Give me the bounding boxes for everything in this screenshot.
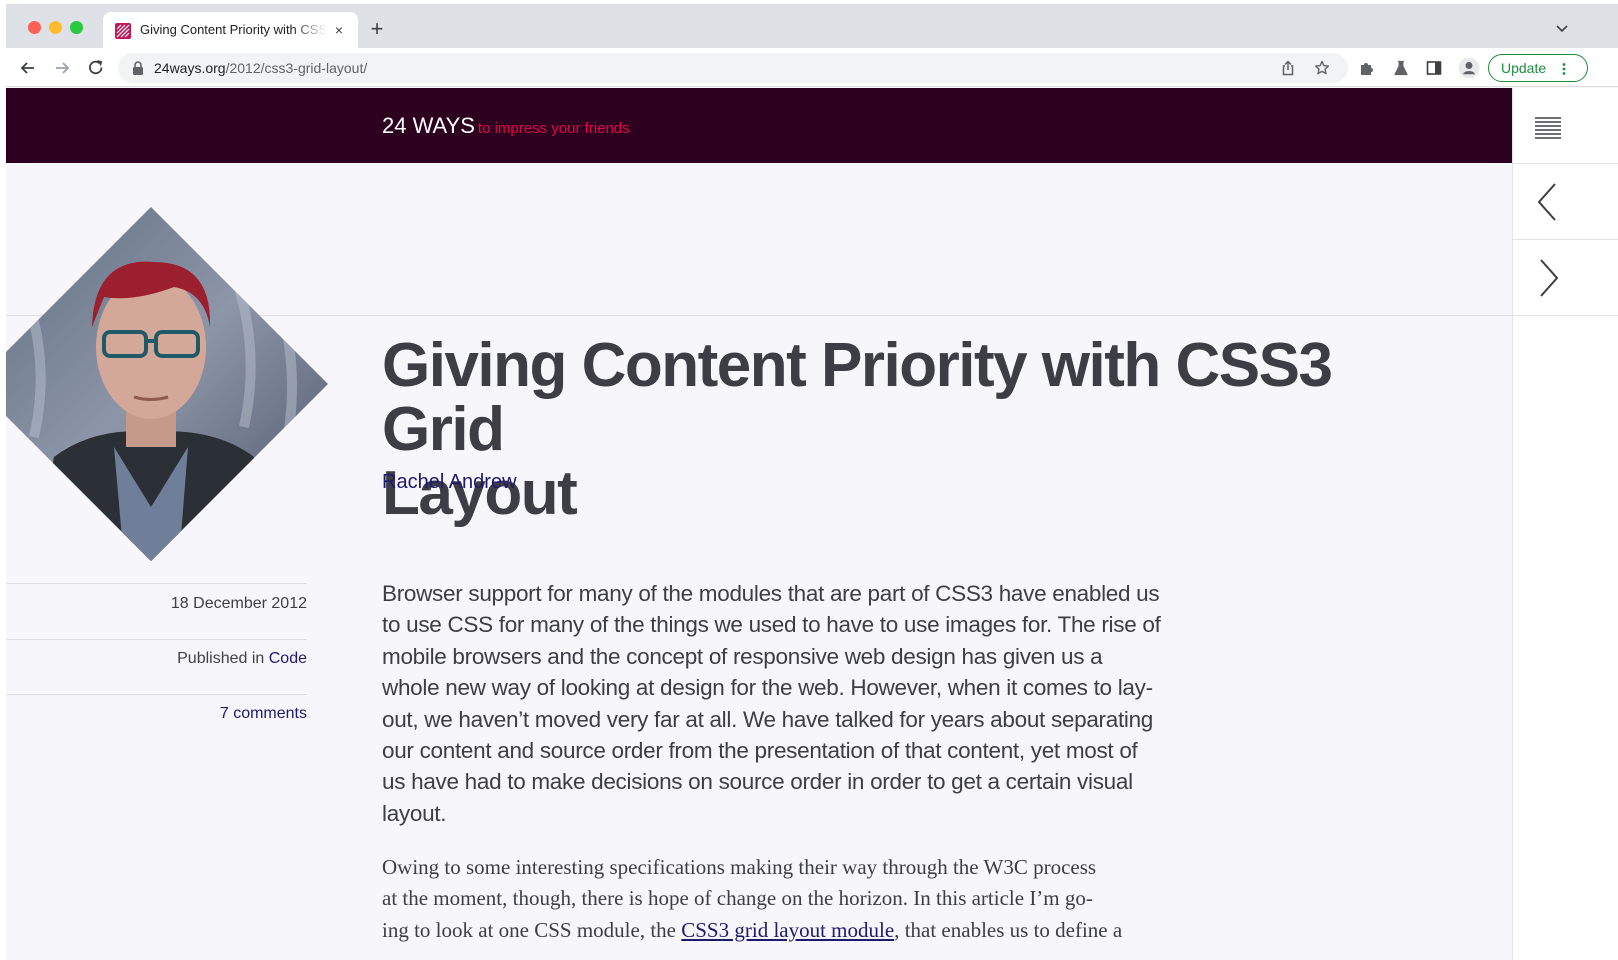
previous-article-button[interactable] (1513, 164, 1618, 240)
body-line: at the moment, though, there is hope of … (382, 886, 1093, 911)
lead-line: to use CSS for many of the things we use… (382, 612, 1161, 638)
lead-line: layout. (382, 800, 447, 826)
chevron-right-icon (1540, 259, 1559, 297)
comments-link[interactable]: 7 comments (220, 705, 307, 722)
body-line: Owing to some interesting specifications… (382, 855, 1097, 879)
address-bar[interactable]: 24ways.org/2012/css3-grid-layout/ (118, 53, 1348, 83)
article-title-line-2: Layout (382, 459, 578, 528)
menu-lines-icon (1535, 117, 1561, 139)
lead-line: mobile browsers and the concept of respo… (382, 643, 1103, 669)
published-in: Published in Code (6, 650, 307, 668)
site-masthead: 24 WAYS to impress your friends (6, 88, 1512, 163)
extensions-puzzle-icon[interactable] (1359, 60, 1375, 76)
page-viewport: 24 WAYS to impress your friends 18 Decem… (6, 88, 1618, 960)
tab-close-icon[interactable]: × (331, 22, 347, 38)
update-button[interactable]: Update (1488, 54, 1588, 82)
site-name: 24 WAYS (382, 113, 475, 138)
body-line: ing to look at one CSS module, the CSS3 … (382, 915, 1172, 946)
grid-layout-spec-link[interactable]: CSS3 grid layout module (681, 918, 894, 942)
author-link[interactable]: Rachel Andrew (382, 471, 517, 494)
body-paragraph: Owing to some interesting specifications… (382, 852, 1172, 946)
author-photo (6, 207, 328, 561)
lead-line: whole new way of looking at design for t… (382, 675, 1153, 701)
article-title-line-1: Giving Content Priority with CSS3 Grid (382, 331, 1333, 464)
tab-search-chevron-icon[interactable] (1554, 20, 1570, 36)
bookmark-star-icon[interactable] (1314, 60, 1330, 76)
lead-line: us have had to make decisions on source … (382, 769, 1133, 795)
meta-divider-1 (6, 583, 307, 584)
site-tagline: to impress your friends (477, 120, 630, 137)
new-tab-button[interactable]: + (366, 18, 388, 40)
browser-toolbar: 24ways.org/2012/css3-grid-layout/ Update (6, 48, 1618, 87)
meta-divider-2 (6, 639, 307, 640)
reload-icon[interactable] (86, 58, 106, 78)
browser-window: Giving Content Priority with CSS3 Grid L… (6, 4, 1618, 960)
next-article-button[interactable] (1513, 240, 1618, 316)
site-home-link[interactable]: 24 WAYS to impress your friends (382, 113, 630, 139)
meta-divider-3 (6, 694, 307, 695)
minimize-window-button[interactable] (49, 21, 62, 34)
chevron-left-icon (1537, 183, 1556, 221)
right-nav-rail (1512, 88, 1618, 960)
body-text-fragment: ing to look at one CSS module, the (382, 917, 682, 942)
profile-avatar-icon[interactable] (1458, 57, 1480, 79)
lead-line: Browser support for many of the modules … (382, 581, 1160, 606)
url-host: 24ways.org (154, 60, 226, 76)
side-panel-icon[interactable] (1426, 60, 1442, 76)
forward-arrow-icon[interactable] (52, 58, 72, 78)
zoom-window-button[interactable] (70, 21, 83, 34)
category-link[interactable]: Code (269, 650, 307, 667)
back-arrow-icon[interactable] (18, 58, 38, 78)
labs-flask-icon[interactable] (1393, 60, 1409, 76)
article-title: Giving Content Priority with CSS3 Grid L… (382, 334, 1462, 526)
lead-paragraph: Browser support for many of the modules … (382, 578, 1172, 829)
lead-line: out, we haven’t moved very far at all. W… (382, 706, 1154, 732)
site-favicon-icon (115, 23, 131, 39)
published-prefix: Published in (177, 650, 265, 667)
url-text: 24ways.org/2012/css3-grid-layout/ (154, 60, 367, 76)
more-menu-icon[interactable] (1562, 63, 1566, 75)
body-text-fragment: , that enables us to define a (894, 917, 1123, 942)
lock-icon[interactable] (132, 61, 144, 75)
share-icon[interactable] (1280, 60, 1296, 76)
tab-title-fade (293, 18, 327, 40)
close-window-button[interactable] (28, 21, 41, 34)
publish-date: 18 December 2012 (170, 595, 307, 612)
browser-tab-active[interactable]: Giving Content Priority with CSS3 Grid L… (103, 12, 358, 48)
comments-meta: 7 comments (6, 705, 307, 723)
tab-strip: Giving Content Priority with CSS3 Grid L… (6, 4, 1618, 48)
url-path: /2012/css3-grid-layout/ (225, 60, 368, 76)
lead-line: our content and source order from the pr… (382, 738, 1138, 764)
menu-button[interactable] (1513, 88, 1618, 164)
